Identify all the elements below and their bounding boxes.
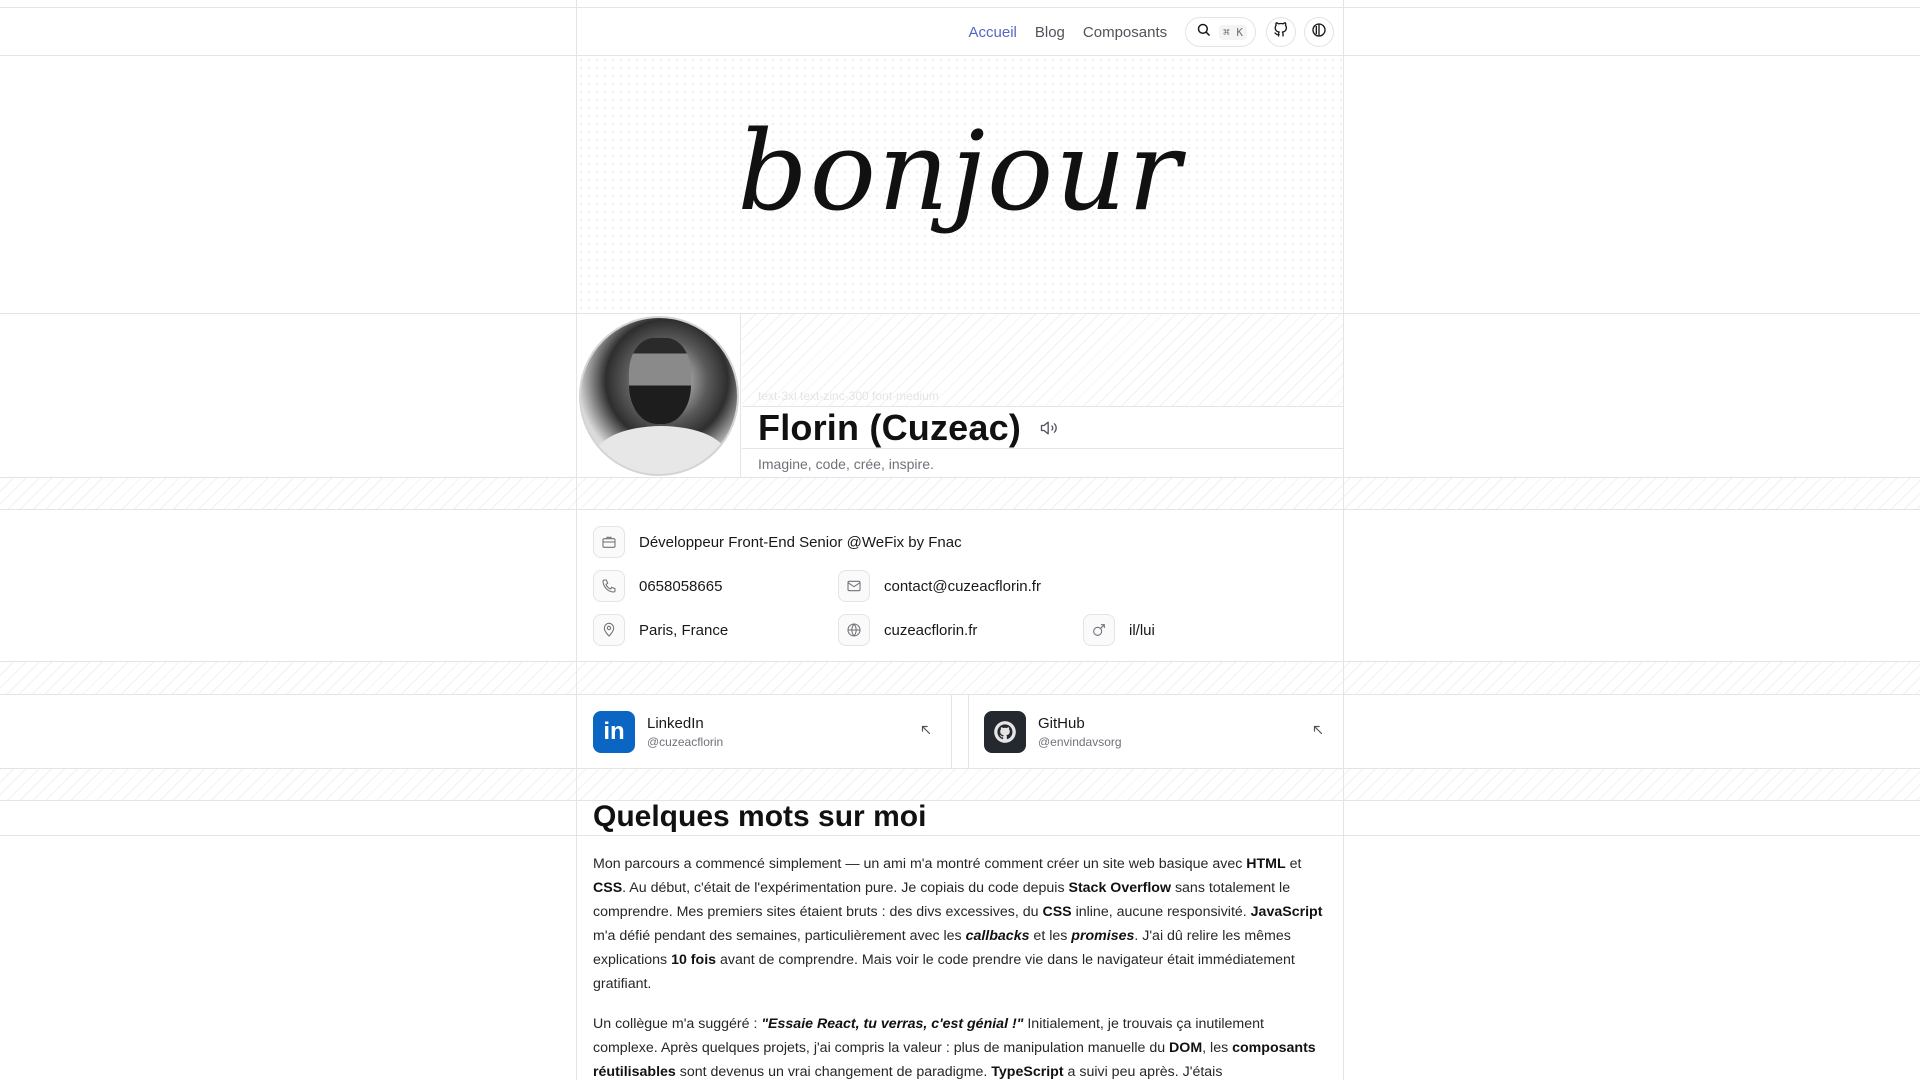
- phone-text[interactable]: 0658058665: [639, 578, 722, 595]
- location-text: Paris, France: [639, 621, 729, 639]
- external-link-icon: [919, 723, 933, 742]
- github-button[interactable]: [1266, 17, 1296, 47]
- social-card-linkedin[interactable]: in LinkedIn @cuzeacflorin: [577, 695, 951, 768]
- search-button[interactable]: ⌘ K: [1185, 17, 1256, 47]
- globe-icon: [838, 614, 870, 646]
- class-label: text-3xl text-zinc-300 font-medium: [758, 389, 939, 403]
- briefcase-icon: [593, 526, 625, 558]
- info-job: Développeur Front-End Senior @WeFix by F…: [593, 526, 962, 558]
- map-pin-icon: [593, 614, 625, 646]
- social-handle: @envindavsorg: [1038, 734, 1122, 749]
- social-handle: @cuzeacflorin: [647, 734, 724, 749]
- avatar: [578, 315, 739, 476]
- info-email[interactable]: contact@cuzeacflorin.fr: [838, 570, 1041, 602]
- search-icon: [1196, 22, 1211, 42]
- social-title: LinkedIn: [647, 714, 704, 732]
- about-body: Mon parcours a commencé simplement — un …: [593, 852, 1329, 1080]
- male-symbol-icon: [1083, 614, 1115, 646]
- job-text: Développeur Front-End Senior @WeFix by F…: [639, 533, 962, 551]
- mail-icon: [838, 570, 870, 602]
- avatar-container: [577, 314, 741, 477]
- website-text[interactable]: cuzeacflorin.fr: [884, 622, 977, 639]
- search-shortcut: ⌘ K: [1219, 24, 1247, 40]
- top-nav: Accueil Blog Composants ⌘ K: [576, 8, 1344, 56]
- about-title: Quelques mots sur moi: [593, 800, 927, 833]
- theme-toggle-button[interactable]: [1304, 17, 1334, 47]
- hero-banner: bonjour: [577, 56, 1343, 313]
- info-pronouns: il/lui: [1083, 614, 1155, 646]
- email-text[interactable]: contact@cuzeacflorin.fr: [884, 578, 1041, 595]
- hero-signature: bonjour: [737, 106, 1183, 235]
- github-logo-icon: [984, 710, 1026, 753]
- social-title: GitHub: [1038, 714, 1085, 732]
- info-location: Paris, France: [593, 614, 728, 646]
- linkedin-icon: in: [593, 710, 635, 753]
- nav-link-accueil[interactable]: Accueil: [969, 24, 1017, 41]
- profile-tagline: Imagine, code, crée, inspire.: [758, 455, 934, 472]
- name-row: Florin (Cuzeac): [742, 407, 1343, 449]
- phone-icon: [593, 570, 625, 602]
- nav-link-blog[interactable]: Blog: [1035, 24, 1065, 41]
- external-link-icon: [1311, 723, 1325, 742]
- about-paragraph-1: Mon parcours a commencé simplement — un …: [593, 856, 1323, 992]
- pronouns-text: il/lui: [1129, 621, 1155, 639]
- social-card-github[interactable]: GitHub @envindavsorg: [968, 695, 1343, 768]
- about-paragraph-2: Un collègue m'a suggéré : "Essaie React,…: [593, 1016, 1316, 1080]
- social-divider: [951, 695, 952, 768]
- info-website[interactable]: cuzeacflorin.fr: [838, 614, 977, 646]
- nav-link-composants[interactable]: Composants: [1083, 24, 1167, 41]
- info-phone[interactable]: 0658058665: [593, 570, 722, 602]
- github-icon: [1273, 21, 1289, 43]
- contrast-icon: [1311, 22, 1327, 43]
- profile-name: Florin (Cuzeac): [758, 407, 1022, 448]
- speaker-icon[interactable]: [1039, 418, 1059, 438]
